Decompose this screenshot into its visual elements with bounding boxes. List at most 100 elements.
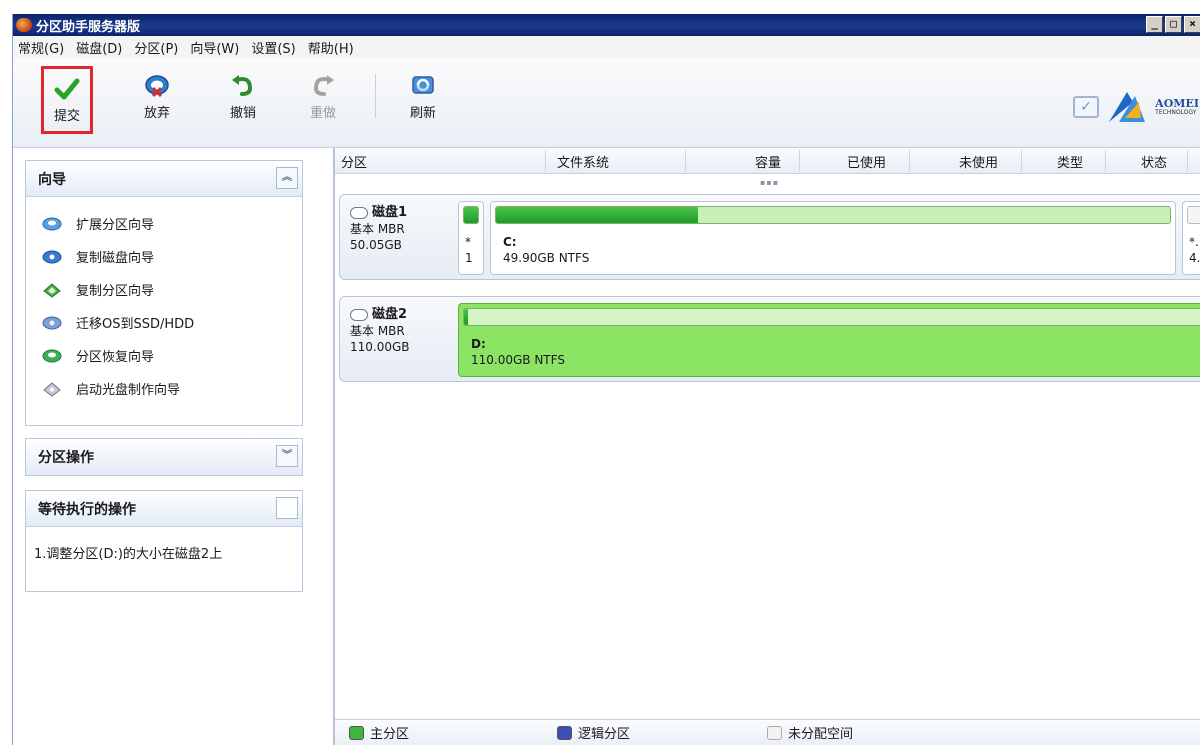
partition-extra[interactable]: *. 4.: [1182, 201, 1200, 275]
usage-fill: [496, 207, 699, 223]
wizard-bootable-media[interactable]: 启动光盘制作向导: [42, 372, 302, 405]
partition-usage-bar: [463, 206, 479, 224]
partition-desc: 110.00GB NTFS: [471, 353, 565, 367]
partition-ops-title: 分区操作: [38, 450, 94, 466]
partition-usage-bar: [463, 308, 1200, 326]
wizard-extend-partition[interactable]: 扩展分区向导: [42, 207, 302, 240]
legend-label: 主分区: [370, 727, 410, 742]
legend-label: 逻辑分区: [578, 727, 631, 742]
wizard-copy-partition[interactable]: 复制分区向导: [42, 273, 302, 306]
close-button[interactable]: ×: [1184, 16, 1200, 33]
disk-type: 基本 MBR: [350, 324, 405, 338]
column-status[interactable]: 状态: [1141, 152, 1167, 171]
title-bar[interactable]: 分区助手服务器版 _ □ ×: [13, 14, 1200, 36]
column-capacity[interactable]: 容量: [755, 152, 781, 171]
redo-label: 重做: [309, 106, 336, 121]
app-window: 分区助手服务器版 _ □ × 常规(G) 磁盘(D) 分区(P) 向导(W) 设…: [12, 14, 1200, 745]
menu-settings[interactable]: 设置(S): [246, 38, 302, 57]
column-separator: [799, 150, 800, 172]
partition-usage-bar: [495, 206, 1171, 224]
disk-row-2[interactable]: 磁盘2 基本 MBR 110.00GB D: 110.00GB NTFS: [339, 296, 1200, 382]
column-type[interactable]: 类型: [1057, 152, 1083, 171]
window-controls: _ □ ×: [1146, 16, 1200, 33]
partition-recovery-icon: [42, 349, 62, 362]
partition-d[interactable]: D: 110.00GB NTFS: [458, 303, 1200, 377]
wizard-panel-header[interactable]: 向导 ︽: [26, 161, 302, 197]
column-separator: [1021, 150, 1022, 172]
disk-info: 磁盘1 基本 MBR 50.05GB: [350, 205, 407, 253]
partition-c[interactable]: C: 49.90GB NTFS: [490, 201, 1176, 275]
column-separator: [1187, 150, 1188, 172]
refresh-button[interactable]: 刷新: [397, 66, 449, 134]
pending-ops-header[interactable]: 等待执行的操作: [26, 491, 302, 527]
menu-wizard[interactable]: 向导(W): [185, 38, 246, 57]
checkbox-icon[interactable]: ✓: [1073, 96, 1100, 118]
checkmark-icon: [54, 78, 80, 100]
wizard-item-label: 分区恢复向导: [76, 350, 155, 365]
undo-arrow-icon: [232, 75, 253, 96]
disk-info: 磁盘2 基本 MBR 110.00GB: [350, 307, 410, 355]
partition-text: D: 110.00GB NTFS: [471, 336, 565, 368]
partition-number: 4.: [1189, 251, 1200, 265]
collapse-chevron-icon[interactable]: ︽: [276, 167, 298, 189]
brand-sub: TECHNOLOGY: [1155, 109, 1197, 116]
partition-letter: C:: [503, 235, 517, 249]
column-separator: [909, 150, 910, 172]
commit-button[interactable]: 提交: [41, 66, 93, 134]
copy-partition-icon: [43, 282, 61, 298]
wizard-partition-recovery[interactable]: 分区恢复向导: [42, 339, 302, 372]
legend-label: 未分配空间: [788, 727, 854, 742]
wizard-item-label: 复制分区向导: [76, 284, 155, 299]
partition-mark: *: [465, 235, 471, 249]
refresh-label: 刷新: [409, 106, 436, 121]
partition-ops-header[interactable]: 分区操作 ︾: [26, 439, 302, 475]
redo-button[interactable]: 重做: [297, 66, 349, 134]
disk-type: 基本 MBR: [350, 222, 405, 236]
discard-button[interactable]: 放弃: [131, 66, 183, 134]
primary-partition-swatch: [349, 725, 364, 740]
disk-row-1[interactable]: 磁盘1 基本 MBR 50.05GB * 1 C: 49.90GB NTFS *…: [339, 194, 1200, 280]
hard-disk-icon: [350, 207, 368, 219]
maximize-button[interactable]: □: [1165, 16, 1182, 33]
aomei-branding: ✓ AOMEI TECHNOLOGY: [1073, 88, 1199, 126]
menu-general[interactable]: 常规(G): [13, 38, 71, 57]
wizard-list: 扩展分区向导 复制磁盘向导 复制分区向导 迁移OS到SSD/HDD 分区恢复向导: [26, 197, 302, 405]
wizard-migrate-os[interactable]: 迁移OS到SSD/HDD: [42, 306, 302, 339]
column-unused[interactable]: 未使用: [959, 152, 998, 171]
system-reserved-partition[interactable]: * 1: [458, 201, 484, 275]
disk-name-label: 磁盘1: [372, 205, 408, 220]
pending-toggle-icon[interactable]: [276, 497, 298, 519]
wizard-panel: 向导 ︽ 扩展分区向导 复制磁盘向导 复制分区向导 迁移OS到SSD/HDD 分…: [25, 160, 303, 426]
column-separator: [685, 150, 686, 172]
disk-size: 50.05GB: [350, 238, 402, 252]
column-filesystem[interactable]: 文件系统: [557, 152, 609, 171]
disk-name-label: 磁盘2: [372, 307, 408, 322]
wizard-item-label: 复制磁盘向导: [76, 251, 155, 266]
partition-desc: 49.90GB NTFS: [503, 251, 590, 265]
partition-number: 1: [465, 251, 473, 265]
expand-chevron-icon[interactable]: ︾: [276, 445, 298, 467]
legend-primary: 主分区: [349, 723, 409, 742]
partition-ops-panel: 分区操作 ︾: [25, 438, 303, 476]
toolbar-separator: [375, 74, 376, 118]
bootable-cd-icon: [43, 381, 61, 397]
wizard-copy-disk[interactable]: 复制磁盘向导: [42, 240, 302, 273]
menu-disk[interactable]: 磁盘(D): [71, 38, 129, 57]
pending-op-item[interactable]: 1.调整分区(D:)的大小在磁盘2上: [26, 527, 302, 578]
pending-ops-panel: 等待执行的操作 1.调整分区(D:)的大小在磁盘2上: [25, 490, 303, 592]
disk-name: 磁盘1: [350, 205, 407, 221]
partition-text: *. 4.: [1189, 234, 1200, 266]
resize-grip-icon[interactable]: ▪▪▪: [760, 178, 790, 187]
legend-bar: 主分区 逻辑分区 未分配空间: [335, 719, 1200, 745]
column-partition[interactable]: 分区: [341, 152, 367, 171]
minimize-button[interactable]: _: [1146, 16, 1163, 33]
legend-logical: 逻辑分区: [557, 723, 630, 742]
disk-name: 磁盘2: [350, 307, 410, 323]
undo-button[interactable]: 撤销: [217, 66, 269, 134]
column-used[interactable]: 已使用: [847, 152, 886, 171]
brand-name: AOMEI: [1155, 97, 1199, 110]
menu-help[interactable]: 帮助(H): [303, 38, 361, 57]
pending-ops-title: 等待执行的操作: [38, 501, 136, 518]
menu-partition[interactable]: 分区(P): [129, 38, 185, 57]
column-separator: [1105, 150, 1106, 172]
